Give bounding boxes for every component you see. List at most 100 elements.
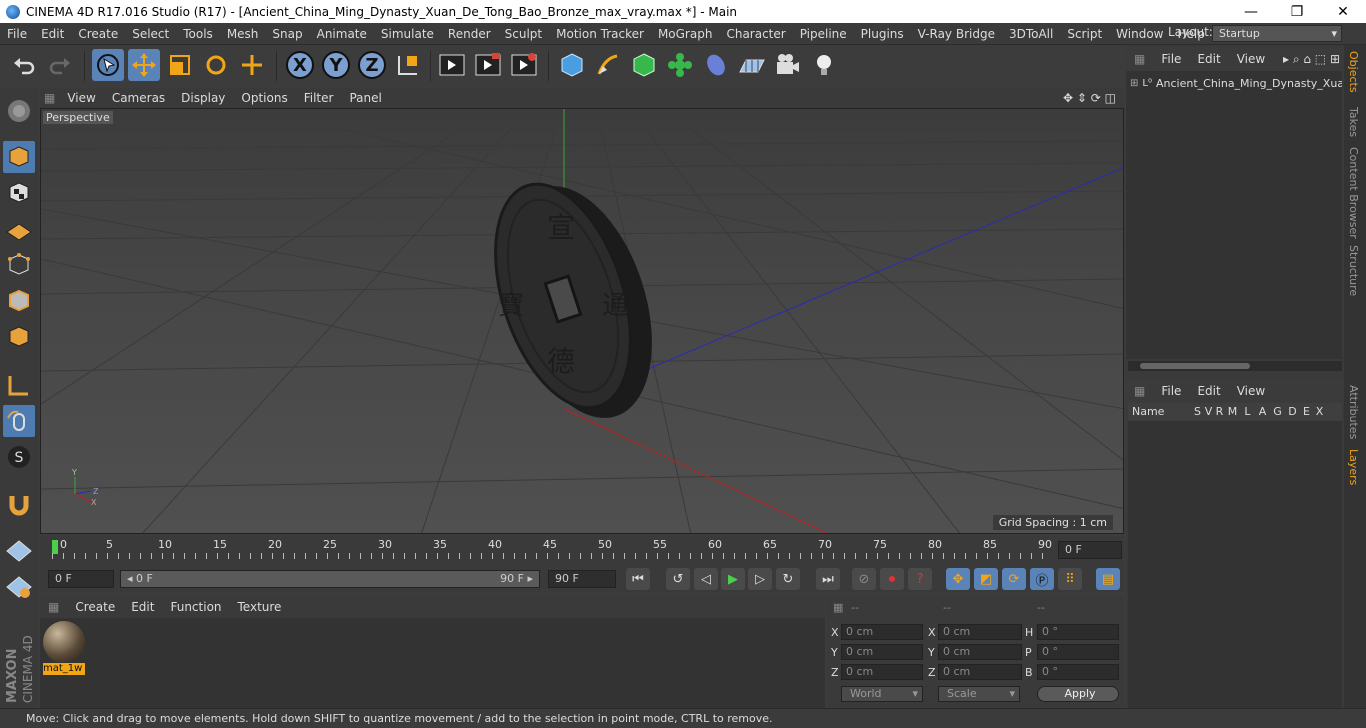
polygons-mode-icon[interactable] <box>3 321 35 353</box>
size-mode-dropdown[interactable]: Scale ▾ <box>938 686 1020 702</box>
cloner-icon[interactable] <box>664 49 696 81</box>
vp-menu-cameras[interactable]: Cameras <box>104 91 173 105</box>
key-parameter-icon[interactable]: Ⓟ <box>1030 568 1054 590</box>
key-rotation-icon[interactable]: ⟳ <box>1002 568 1026 590</box>
menu-3dtoall[interactable]: 3DToAll <box>1002 27 1060 41</box>
timeline-window-icon[interactable]: ▤ <box>1096 568 1120 590</box>
layer-menu-file[interactable]: File <box>1153 384 1189 398</box>
menu-simulate[interactable]: Simulate <box>374 27 441 41</box>
current-frame-field[interactable]: 0 F <box>1058 541 1122 559</box>
obj-menu-file[interactable]: File <box>1153 52 1189 66</box>
tweak-mode-icon[interactable] <box>3 405 35 437</box>
axis-mode-icon[interactable] <box>3 369 35 401</box>
perspective-viewport[interactable]: 宣 德 寶 通 Y Z X Perspective Grid Spacing :… <box>40 108 1124 534</box>
pos-y-field[interactable]: 0 cm <box>841 644 923 660</box>
camera-icon[interactable] <box>772 49 804 81</box>
menu-window[interactable]: Window <box>1109 27 1170 41</box>
menu-create[interactable]: Create <box>71 27 125 41</box>
tab-attributes[interactable]: Attributes <box>1347 385 1360 439</box>
object-list-scrollbar[interactable] <box>1128 361 1342 371</box>
render-settings-icon[interactable] <box>508 49 540 81</box>
size-y-field[interactable]: 0 cm <box>938 644 1022 660</box>
apply-button[interactable]: Apply <box>1037 686 1119 702</box>
mat-menu-create[interactable]: Create <box>67 600 123 614</box>
live-selection-icon[interactable] <box>92 49 124 81</box>
subdivision-surface-icon[interactable] <box>628 49 660 81</box>
vp-menu-panel[interactable]: Panel <box>341 91 389 105</box>
menu-pipeline[interactable]: Pipeline <box>793 27 854 41</box>
menu-motion-tracker[interactable]: Motion Tracker <box>549 27 651 41</box>
rotate-tool-icon[interactable] <box>200 49 232 81</box>
start-frame-field[interactable]: 0 F <box>48 570 114 588</box>
autokey-icon[interactable]: ⏺ <box>880 568 904 590</box>
model-mode-icon[interactable] <box>3 141 35 173</box>
x-axis-lock-icon[interactable]: X <box>284 49 316 81</box>
y-axis-lock-icon[interactable]: Y <box>320 49 352 81</box>
scale-tool-icon[interactable] <box>164 49 196 81</box>
menu-render[interactable]: Render <box>441 27 498 41</box>
rot-b-field[interactable]: 0 ° <box>1037 664 1119 680</box>
scrollbar-thumb[interactable] <box>1140 363 1250 369</box>
expand-icon[interactable]: ⊞ <box>1130 78 1138 89</box>
frame-range-slider[interactable]: ◂ 0 F 90 F ▸ <box>120 570 540 588</box>
tab-objects[interactable]: Objects <box>1347 51 1360 93</box>
pos-x-field[interactable]: 0 cm <box>841 624 923 640</box>
menu-mograph[interactable]: MoGraph <box>651 27 720 41</box>
magnet-icon[interactable] <box>3 489 35 521</box>
render-picture-viewer-icon[interactable] <box>472 49 504 81</box>
vp-menu-display[interactable]: Display <box>173 91 233 105</box>
coordinate-system-icon[interactable] <box>392 49 424 81</box>
pos-z-field[interactable]: 0 cm <box>841 664 923 680</box>
workplane-mode-icon[interactable] <box>3 213 35 245</box>
menu-script[interactable]: Script <box>1060 27 1109 41</box>
viewport-navigation-icons[interactable]: ✥ ⇕ ⟳ ◫ <box>1055 91 1124 105</box>
tab-content-browser[interactable]: Content Browser <box>1347 147 1360 239</box>
playhead-marker[interactable] <box>52 540 58 554</box>
previous-frame-icon[interactable]: ◁ <box>694 568 718 590</box>
coordinate-mode-dropdown[interactable]: World ▾ <box>841 686 923 702</box>
workplane-lock-icon[interactable] <box>3 535 35 567</box>
layout-dropdown[interactable]: Startup ▾ <box>1212 25 1342 42</box>
go-to-start-icon[interactable]: ⏮ <box>626 568 650 590</box>
layer-menu-edit[interactable]: Edit <box>1189 384 1228 398</box>
tab-takes[interactable]: Takes <box>1347 107 1360 137</box>
menu-plugins[interactable]: Plugins <box>854 27 911 41</box>
timeline-ruler[interactable]: 0 5 10 15 20 25 30 35 40 45 50 55 60 65 … <box>40 536 1124 566</box>
next-keyframe-icon[interactable]: ↻ <box>776 568 800 590</box>
menu-snap[interactable]: Snap <box>265 27 309 41</box>
obj-menu-edit[interactable]: Edit <box>1189 52 1228 66</box>
light-icon[interactable] <box>808 49 840 81</box>
edges-mode-icon[interactable] <box>3 285 35 317</box>
vp-menu-filter[interactable]: Filter <box>296 91 342 105</box>
mat-menu-edit[interactable]: Edit <box>123 600 162 614</box>
size-z-field[interactable]: 0 cm <box>938 664 1022 680</box>
menu-edit[interactable]: Edit <box>34 27 71 41</box>
rot-p-field[interactable]: 0 ° <box>1037 644 1119 660</box>
cube-object-icon[interactable] <box>556 49 588 81</box>
undo-icon[interactable] <box>8 49 40 81</box>
vp-menu-options[interactable]: Options <box>233 91 295 105</box>
menu-file[interactable]: File <box>0 27 34 41</box>
transform-tool-icon[interactable] <box>236 49 268 81</box>
deformer-icon[interactable] <box>700 49 732 81</box>
menu-vray-bridge[interactable]: V-Ray Bridge <box>911 27 1002 41</box>
menu-tools[interactable]: Tools <box>176 27 220 41</box>
menu-character[interactable]: Character <box>719 27 792 41</box>
key-scale-icon[interactable]: ◩ <box>974 568 998 590</box>
tab-layers[interactable]: Layers <box>1347 449 1360 485</box>
previous-keyframe-icon[interactable]: ↺ <box>666 568 690 590</box>
tab-structure[interactable]: Structure <box>1347 245 1360 296</box>
menu-animate[interactable]: Animate <box>310 27 374 41</box>
snap-icon[interactable]: S <box>3 441 35 473</box>
texture-mode-icon[interactable] <box>3 177 35 209</box>
key-pla-icon[interactable]: ⠿ <box>1058 568 1082 590</box>
menu-sculpt[interactable]: Sculpt <box>498 27 549 41</box>
render-view-icon[interactable] <box>436 49 468 81</box>
record-keys-icon[interactable]: ⊘ <box>852 568 876 590</box>
menu-select[interactable]: Select <box>125 27 176 41</box>
redo-icon[interactable] <box>44 49 76 81</box>
material-swatch[interactable]: mat_1w <box>43 621 85 675</box>
layer-flags-columns[interactable]: SVRMLAGDEX <box>1192 405 1326 418</box>
move-tool-icon[interactable] <box>128 49 160 81</box>
mat-menu-texture[interactable]: Texture <box>230 600 290 614</box>
